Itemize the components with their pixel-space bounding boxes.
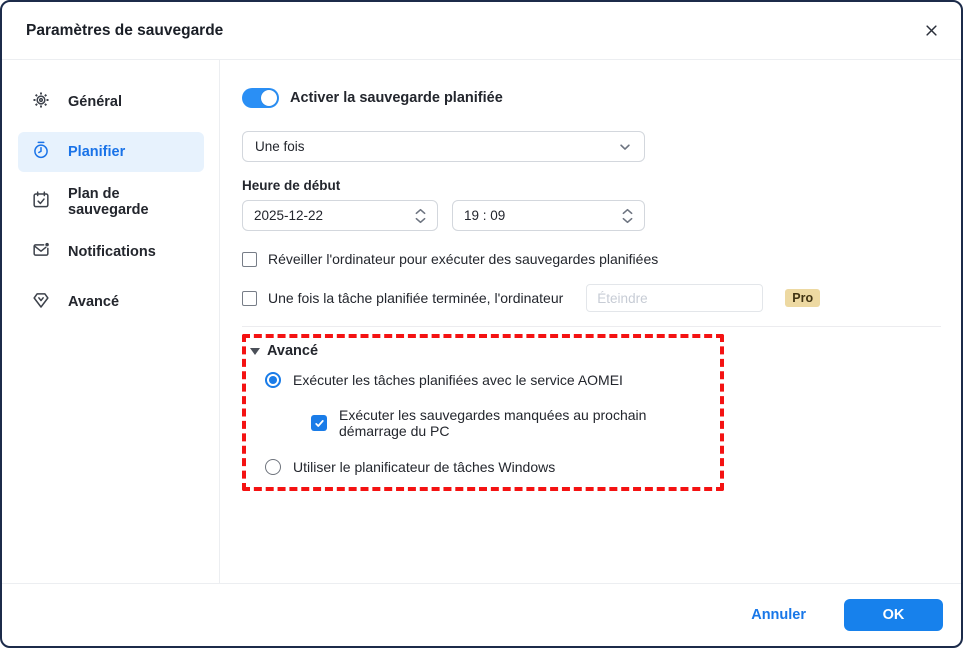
missed-backup-checkbox[interactable] <box>311 415 327 431</box>
sidebar-item-label: Général <box>68 94 122 110</box>
wake-computer-label: Réveiller l'ordinateur pour exécuter des… <box>268 251 659 267</box>
chevron-up-icon <box>622 208 633 214</box>
check-icon <box>314 419 324 427</box>
frequency-select-value: Une fois <box>255 139 305 154</box>
advanced-section-expander[interactable]: Avancé <box>250 343 714 359</box>
start-time-label: Heure de début <box>242 178 341 193</box>
start-time-row: 2025-12-22 19 : 09 <box>242 200 941 231</box>
calendar-check-icon <box>31 190 51 214</box>
titlebar: Paramètres de sauvegarde <box>2 2 961 60</box>
windows-scheduler-option: Utiliser le planificateur de tâches Wind… <box>250 459 714 475</box>
toggle-label: Activer la sauvegarde planifiée <box>290 90 503 106</box>
frequency-select[interactable]: Une fois <box>242 131 645 162</box>
stopwatch-icon <box>31 140 51 164</box>
windows-scheduler-label: Utiliser le planificateur de tâches Wind… <box>293 459 556 475</box>
sidebar-item-label: Plan de sauvegarde <box>68 186 149 218</box>
dialog-title: Paramètres de sauvegarde <box>26 21 224 39</box>
sidebar-item-notifications[interactable]: Notifications <box>18 232 204 272</box>
after-task-checkbox[interactable] <box>242 290 257 306</box>
dialog-footer: Annuler OK <box>2 583 961 646</box>
wake-computer-row: Réveiller l'ordinateur pour exécuter des… <box>242 251 941 267</box>
section-divider <box>242 326 941 327</box>
close-icon[interactable] <box>924 23 939 38</box>
sidebar-item-label: Planifier <box>68 144 126 160</box>
pro-badge: Pro <box>785 289 821 307</box>
scheduled-backup-toggle-row: Activer la sauvegarde planifiée <box>242 88 941 108</box>
mail-dot-icon <box>31 240 51 264</box>
aomei-service-option: Exécuter les tâches planifiées avec le s… <box>250 372 714 388</box>
chevron-up-icon <box>415 208 426 214</box>
shutdown-action-select[interactable] <box>586 284 764 312</box>
missed-backup-label: Exécuter les sauvegardes manquées au pro… <box>339 407 647 439</box>
sidebar-item-label: Avancé <box>68 294 120 310</box>
dialog-body: Général Planifier Plan de sauvegarde Not… <box>2 60 961 583</box>
wake-computer-checkbox[interactable] <box>242 251 257 267</box>
chevron-down-icon <box>622 217 633 223</box>
chevron-down-icon <box>618 140 632 154</box>
planifier-panel: Activer la sauvegarde planifiée Une fois… <box>220 60 961 583</box>
windows-scheduler-radio[interactable] <box>265 459 281 475</box>
ok-button[interactable]: OK <box>844 599 943 631</box>
after-task-row: Une fois la tâche planifiée terminée, l'… <box>242 284 941 312</box>
start-time-spinner[interactable]: 19 : 09 <box>452 200 645 231</box>
aomei-service-radio[interactable] <box>265 372 281 388</box>
annotation-red-box: Avancé Exécuter les tâches planifiées av… <box>242 334 724 491</box>
sidebar-item-plan-de-sauvegarde[interactable]: Plan de sauvegarde <box>18 182 204 222</box>
gear-icon <box>31 90 51 114</box>
backup-settings-dialog: Paramètres de sauvegarde Général Planifi… <box>0 0 963 648</box>
sidebar-item-planifier[interactable]: Planifier <box>18 132 204 172</box>
gem-icon <box>31 290 51 314</box>
triangle-down-icon <box>250 347 260 355</box>
start-time-value: 19 : 09 <box>464 208 506 223</box>
missed-backup-option: Exécuter les sauvegardes manquées au pro… <box>250 407 714 439</box>
start-date-value: 2025-12-22 <box>254 208 324 223</box>
sidebar-item-label: Notifications <box>68 244 156 260</box>
aomei-service-label: Exécuter les tâches planifiées avec le s… <box>293 372 623 388</box>
toggle-knob <box>261 90 277 106</box>
after-task-label: Une fois la tâche planifiée terminée, l'… <box>268 290 564 306</box>
sidebar-item-general[interactable]: Général <box>18 82 204 122</box>
settings-sidebar: Général Planifier Plan de sauvegarde Not… <box>2 60 220 583</box>
time-spinner-arrows[interactable] <box>622 208 633 224</box>
radio-dot <box>269 376 277 384</box>
cancel-button[interactable]: Annuler <box>751 607 806 623</box>
sidebar-item-avance[interactable]: Avancé <box>18 282 204 322</box>
start-date-spinner[interactable]: 2025-12-22 <box>242 200 438 231</box>
advanced-section-title: Avancé <box>267 343 319 359</box>
chevron-down-icon <box>415 217 426 223</box>
scheduled-backup-toggle[interactable] <box>242 88 279 108</box>
date-spinner-arrows[interactable] <box>415 208 426 224</box>
